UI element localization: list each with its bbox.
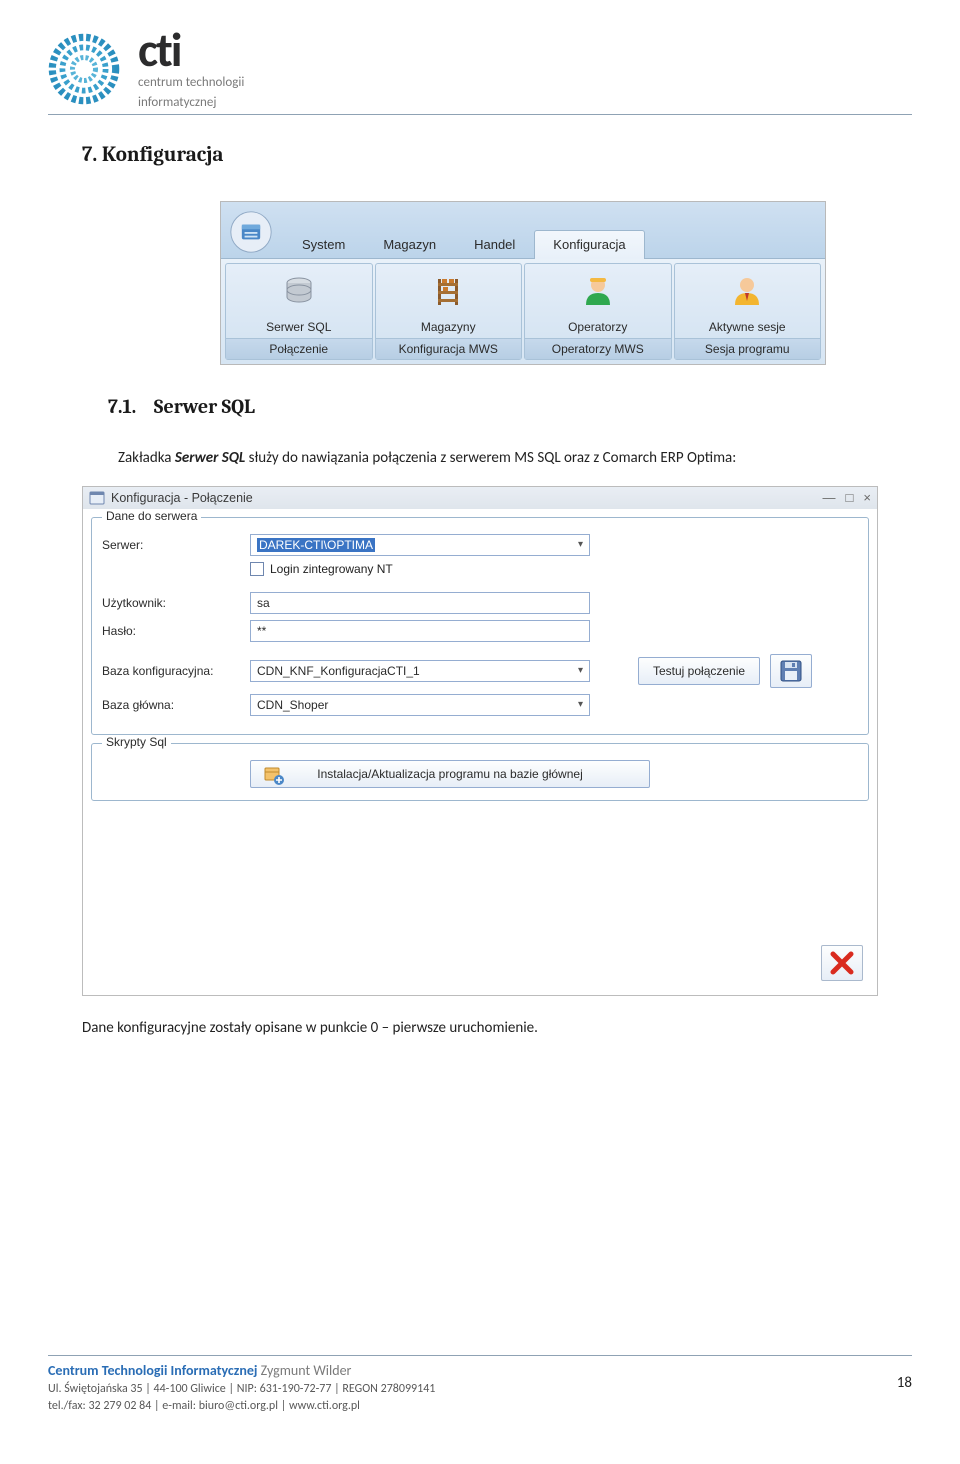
section-heading: 7. Konfiguracja (82, 143, 912, 167)
logo-swirl-icon (48, 33, 120, 105)
ribbon-group-operatorzy[interactable]: Operatorzy Operatorzy MWS (524, 263, 672, 360)
page-number: 18 (897, 1362, 912, 1392)
label-uzytkownik: Użytkownik: (102, 596, 242, 610)
close-x-icon (829, 950, 855, 976)
subsection-title: Serwer SQL (154, 395, 255, 418)
person-yellow-icon (727, 271, 767, 311)
footer-title-light: Zygmunt Wilder (258, 1362, 352, 1379)
subsection-heading: 7.1. Serwer SQL (108, 395, 912, 418)
dialog-title: Konfiguracja - Połączenie (111, 491, 253, 505)
dialog-empty-area (91, 809, 869, 939)
baza-glowna-select[interactable]: CDN_Shoper ▾ (250, 694, 590, 716)
database-icon (279, 271, 319, 311)
close-dialog-button[interactable] (821, 945, 863, 981)
testuj-label: Testuj połączenie (653, 664, 745, 678)
shelf-icon (428, 271, 468, 311)
ribbon-group-serwer-sql[interactable]: Serwer SQL Połączenie (225, 263, 373, 360)
login-nt-checkbox[interactable] (250, 562, 264, 576)
minimize-icon[interactable]: — (823, 490, 836, 505)
ribbon-footer: Sesja programu (675, 338, 821, 359)
fieldset-legend-2: Skrypty Sql (102, 735, 171, 749)
tab-magazyn[interactable]: Magazyn (364, 230, 455, 259)
logo-subtitle-2: informatycznej (138, 95, 244, 111)
section-title: Konfiguracja (102, 143, 224, 167)
floppy-disk-icon (779, 659, 803, 683)
label-serwer: Serwer: (102, 538, 242, 552)
chevron-down-icon: ▾ (578, 665, 583, 676)
serwer-select[interactable]: DAREK-CTI\OPTIMA ▾ (250, 534, 590, 556)
ribbon-screenshot: System Magazyn Handel Konfiguracja Serwe… (220, 201, 826, 365)
testuj-button[interactable]: Testuj połączenie (638, 657, 760, 685)
ribbon-label: Magazyny (421, 318, 476, 338)
haslo-input[interactable] (250, 620, 590, 642)
uzytkownik-input[interactable] (250, 592, 590, 614)
tab-handel[interactable]: Handel (455, 230, 534, 259)
logo-brand-text: cti (138, 28, 244, 71)
fieldset-dane-serwera: Dane do serwera Serwer: DAREK-CTI\OPTIMA… (91, 517, 869, 735)
baza-konf-value: CDN_KNF_KonfiguracjaCTI_1 (257, 664, 420, 678)
footer-line-2: tel./fax: 32 279 02 84 | e-mail: biuro@c… (48, 1398, 435, 1414)
ribbon-tabbar: System Magazyn Handel Konfiguracja (221, 202, 825, 258)
dialog-icon (89, 490, 105, 506)
footer-line-1: Ul. Świętojańska 35 | 44-100 Gliwice | N… (48, 1381, 435, 1397)
section-number: 7. (82, 143, 97, 167)
dialog-screenshot: Konfiguracja - Połączenie — □ × Dane do … (82, 486, 878, 996)
ribbon-group-magazyny[interactable]: Magazyny Konfiguracja MWS (375, 263, 523, 360)
baza-konf-select[interactable]: CDN_KNF_KonfiguracjaCTI_1 ▾ (250, 660, 590, 682)
ribbon-footer: Operatorzy MWS (525, 338, 671, 359)
baza-glowna-value: CDN_Shoper (257, 698, 328, 712)
close-icon[interactable]: × (863, 490, 871, 505)
label-baza-glowna: Baza główna: (102, 698, 242, 712)
footer-divider (48, 1355, 912, 1356)
maximize-icon[interactable]: □ (846, 490, 854, 505)
package-install-icon (261, 762, 285, 786)
logo-subtitle-1: centrum technologii (138, 75, 244, 91)
subsection-number: 7.1. (108, 395, 136, 418)
ribbon-footer: Połączenie (226, 338, 372, 359)
header-divider (48, 114, 912, 115)
para1-post: służy do nawiązania połączenia z serwere… (245, 449, 736, 467)
app-orb-icon[interactable] (229, 210, 273, 254)
chevron-down-icon: ▾ (578, 699, 583, 710)
ribbon-label: Aktywne sesje (709, 318, 786, 338)
chevron-down-icon: ▾ (578, 539, 583, 550)
header-logo: cti centrum technologii informatycznej (48, 28, 912, 110)
serwer-value: DAREK-CTI\OPTIMA (257, 538, 375, 552)
save-button[interactable] (770, 654, 812, 688)
dialog-titlebar: Konfiguracja - Połączenie — □ × (83, 487, 877, 509)
para1-pre: Zakładka (118, 449, 175, 467)
para1-bold: Serwer SQL (175, 449, 245, 467)
fieldset-legend: Dane do serwera (102, 509, 201, 523)
ribbon-body: Serwer SQL Połączenie Maga (221, 258, 825, 364)
label-login-nt: Login zintegrowany NT (270, 562, 393, 576)
fieldset-skrypty-sql: Skrypty Sql Instalacja/Aktualizacja prog… (91, 743, 869, 801)
ribbon-group-aktywne-sesje[interactable]: Aktywne sesje Sesja programu (674, 263, 822, 360)
tab-system[interactable]: System (283, 230, 364, 259)
install-button[interactable]: Instalacja/Aktualizacja programu na bazi… (250, 760, 650, 788)
ribbon-label: Operatorzy (568, 318, 627, 338)
footer-title-strong: Centrum Technologii Informatycznej (48, 1362, 258, 1379)
ribbon-footer: Konfiguracja MWS (376, 338, 522, 359)
tab-konfiguracja[interactable]: Konfiguracja (534, 230, 644, 259)
person-green-icon (578, 271, 618, 311)
ribbon-label: Serwer SQL (266, 318, 331, 338)
install-label: Instalacja/Aktualizacja programu na bazi… (317, 767, 582, 781)
page-footer: Centrum Technologii Informatycznej Zygmu… (0, 1355, 960, 1433)
label-baza-konf: Baza konfiguracyjna: (102, 664, 242, 678)
label-haslo: Hasło: (102, 624, 242, 638)
paragraph-1: Zakładka Serwer SQL służy do nawiązania … (82, 446, 878, 472)
paragraph-2: Dane konfiguracyjne zostały opisane w pu… (82, 1016, 878, 1042)
